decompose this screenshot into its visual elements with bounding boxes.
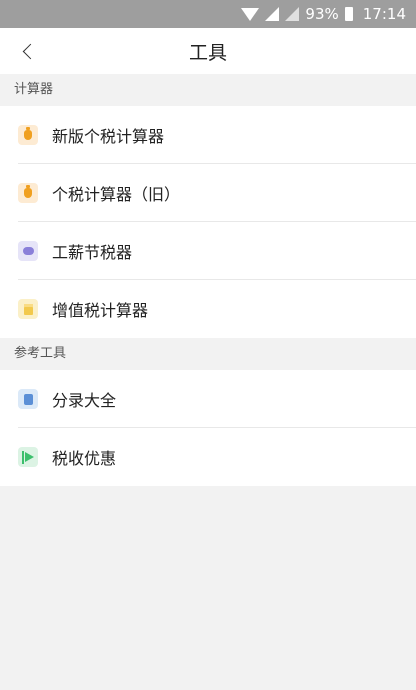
list-item-label: 分录大全 xyxy=(52,391,117,410)
section-header-reference-tools: 参考工具 xyxy=(0,338,416,370)
chevron-left-icon xyxy=(22,43,38,59)
calculator-icon xyxy=(18,299,38,319)
signal-secondary-icon xyxy=(285,7,300,21)
list-item-accounting-entries[interactable]: 分录大全 xyxy=(0,370,416,428)
calculator-list: 新版个税计算器 个税计算器（旧） 工薪节税器 增值税计算器 xyxy=(0,106,416,338)
document-icon xyxy=(18,389,38,409)
clock: 17:14 xyxy=(362,5,406,23)
list-item-salary-tax-saver[interactable]: 工薪节税器 xyxy=(0,222,416,280)
page-title: 工具 xyxy=(188,41,227,64)
nav-bar: 工具 xyxy=(0,28,416,74)
list-item-old-income-tax-calculator[interactable]: 个税计算器（旧） xyxy=(0,164,416,222)
list-item-label: 工薪节税器 xyxy=(52,243,133,262)
piggy-bank-icon xyxy=(18,241,38,261)
list-item-vat-calculator[interactable]: 增值税计算器 xyxy=(0,280,416,338)
section-header-calculators: 计算器 xyxy=(0,74,416,106)
list-item-label: 税收优惠 xyxy=(52,449,117,468)
signal-icon xyxy=(265,7,280,21)
list-item-tax-incentives[interactable]: 税收优惠 xyxy=(0,428,416,486)
back-button[interactable] xyxy=(10,28,46,74)
money-bag-icon xyxy=(18,125,38,145)
list-item-label: 增值税计算器 xyxy=(52,301,149,320)
list-item-label: 新版个税计算器 xyxy=(52,127,165,146)
flag-icon xyxy=(18,447,38,467)
wifi-icon xyxy=(241,7,260,21)
battery-icon xyxy=(344,7,353,21)
money-bag-icon xyxy=(18,183,38,203)
battery-percent: 93% xyxy=(305,5,339,23)
reference-tools-list: 分录大全 税收优惠 xyxy=(0,370,416,486)
list-item-label: 个税计算器（旧） xyxy=(52,185,181,204)
status-bar: 93% 17:14 xyxy=(0,0,416,28)
list-item-new-income-tax-calculator[interactable]: 新版个税计算器 xyxy=(0,106,416,164)
